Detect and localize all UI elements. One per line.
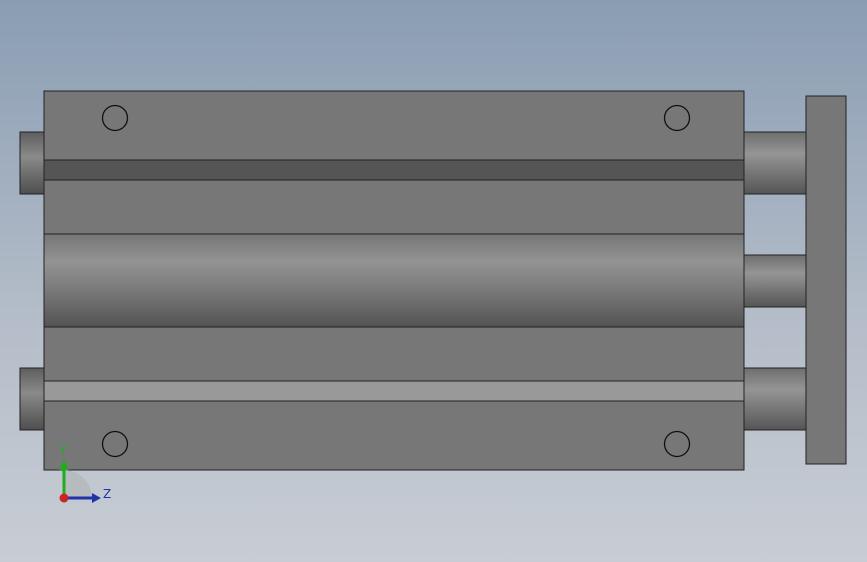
triad-shadow-arc <box>64 470 92 498</box>
cylinder-body[interactable] <box>43 90 745 471</box>
body-light-strip <box>43 380 745 402</box>
cad-viewport[interactable]: Y Z <box>0 0 867 562</box>
z-axis-label: Z <box>103 487 111 501</box>
body-upper-face <box>43 179 745 235</box>
end-flange-plate[interactable] <box>805 95 847 465</box>
triad-origin <box>59 493 69 503</box>
body-top-block[interactable] <box>43 90 745 161</box>
z-axis-arrow <box>92 493 101 503</box>
body-dark-strip <box>43 159 745 181</box>
body-bottom-block[interactable] <box>43 400 745 471</box>
body-barrel[interactable] <box>43 233 745 328</box>
left-stub-top[interactable] <box>19 131 45 195</box>
piston-rod-middle[interactable] <box>743 254 807 308</box>
guide-rod-top[interactable] <box>743 131 807 195</box>
y-axis-label: Y <box>58 444 67 458</box>
left-stub-bottom[interactable] <box>19 367 45 431</box>
guide-rod-bottom[interactable] <box>743 367 807 431</box>
body-lower-face <box>43 326 745 382</box>
